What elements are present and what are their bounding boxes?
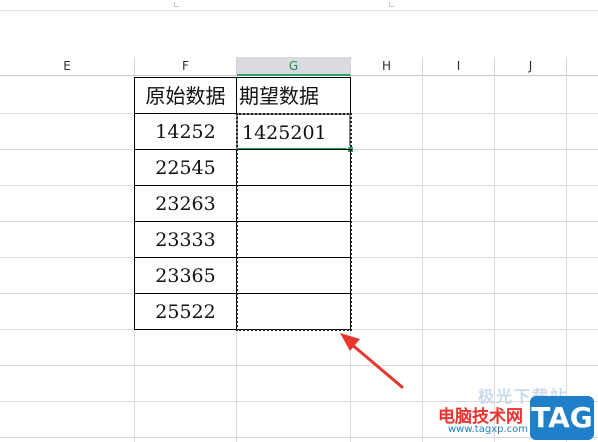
cell-g-value[interactable] (236, 257, 351, 294)
cell-g-value[interactable] (236, 185, 351, 222)
ribbon-group-corner-icon[interactable] (174, 2, 179, 7)
annotation-arrow-icon (340, 333, 404, 389)
cell-g-header[interactable]: 期望数据 (236, 77, 351, 114)
column-header-i[interactable]: I (423, 57, 495, 76)
cell-f-value[interactable]: 23263 (134, 185, 237, 222)
cell-g-active[interactable]: 1425201 (236, 113, 351, 150)
grid-line (0, 365, 598, 366)
column-header-e[interactable]: E (0, 57, 135, 76)
cell-f-header[interactable]: 原始数据 (134, 77, 237, 114)
cell-f-value[interactable]: 23333 (134, 221, 237, 258)
cell-f-value[interactable]: 14252 (134, 113, 237, 150)
column-header-j[interactable]: J (495, 57, 567, 76)
cell-f-value[interactable]: 23365 (134, 257, 237, 294)
cell-f-value[interactable]: 22545 (134, 149, 237, 186)
column-header-h[interactable]: H (351, 57, 423, 76)
formula-bar-area[interactable] (0, 11, 598, 58)
cell-g-value[interactable] (236, 149, 351, 186)
ribbon-group-corner-icon[interactable] (389, 2, 394, 7)
watermark-site-url: www.tagxp.com (448, 424, 528, 435)
watermark-badge: TAG (530, 396, 594, 440)
cell-g-value[interactable] (236, 221, 351, 258)
cell-f-value[interactable]: 25522 (134, 293, 237, 330)
grid-line (422, 76, 423, 442)
column-header-k[interactable] (567, 57, 598, 76)
ribbon-bottom-edge (0, 0, 598, 11)
column-header-f[interactable]: F (135, 57, 237, 76)
grid-line (0, 437, 598, 438)
column-header-g[interactable]: G (237, 57, 351, 76)
